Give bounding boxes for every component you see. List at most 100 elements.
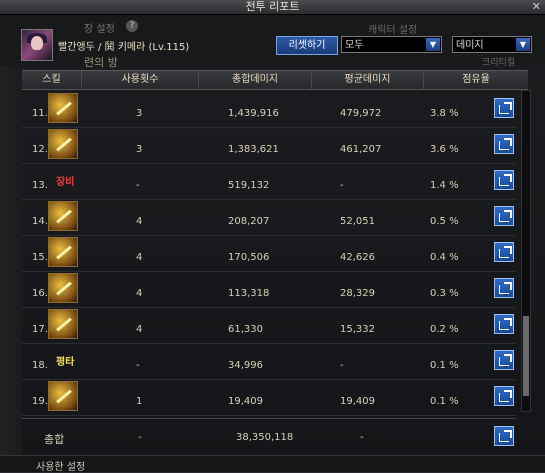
- close-icon[interactable]: ✕: [532, 0, 541, 14]
- header-count[interactable]: 사용횟수: [82, 71, 199, 89]
- footer: 사용한 설정: [0, 455, 545, 473]
- total-damage: 208,207: [228, 216, 270, 227]
- header-average[interactable]: 평균데미지: [312, 71, 424, 89]
- mode-select[interactable]: 데미지 ▼: [452, 36, 532, 53]
- skill-icon-text: 장비: [56, 177, 75, 188]
- total-average: -: [360, 432, 364, 443]
- header-skill[interactable]: 스킬: [22, 71, 82, 89]
- row-number: 16.: [32, 288, 48, 299]
- share-icon[interactable]: [494, 206, 514, 226]
- total-row: 총합 - 38,350,118 -: [22, 418, 516, 455]
- use-count: -: [136, 360, 140, 371]
- background-strip: [0, 66, 22, 471]
- reset-button[interactable]: 리셋하기: [276, 36, 338, 55]
- damage-share: 0.3 %: [430, 288, 459, 299]
- chevron-down-icon[interactable]: ▼: [426, 38, 440, 51]
- table-row: 16. 4 113,318 28,329 0.3 %: [22, 271, 516, 308]
- share-icon[interactable]: [494, 242, 514, 262]
- damage-share: 0.1 %: [430, 360, 459, 371]
- damage-share: 3.8 %: [430, 108, 459, 119]
- damage-share: 0.1 %: [430, 396, 459, 407]
- table-row: 15. 4 170,506 42,626 0.4 %: [22, 235, 516, 272]
- row-number: 15.: [32, 252, 48, 263]
- table-row: 14. 4 208,207 52,051 0.5 %: [22, 199, 516, 236]
- skill-icon: [48, 129, 78, 159]
- use-count: 3: [136, 144, 143, 155]
- row-number: 11.: [32, 108, 48, 119]
- table-row: 13. 장비 - 519,132 - 1.4 %: [22, 163, 516, 200]
- table-row: 17. 4 61,330 15,332 0.2 %: [22, 307, 516, 344]
- skill-icon: [48, 309, 78, 339]
- average-damage: 52,051: [340, 216, 375, 227]
- total-damage: 61,330: [228, 324, 263, 335]
- bg-critical-text: 크리티컬: [482, 58, 516, 68]
- table-header: 스킬 사용횟수 총합데미지 평균데미지 점유율: [22, 70, 528, 90]
- header-share[interactable]: 점유율: [424, 71, 528, 89]
- total-damage: 19,409: [228, 396, 263, 407]
- damage-share: 3.6 %: [430, 144, 459, 155]
- average-damage: 15,332: [340, 324, 375, 335]
- damage-share: 0.2 %: [430, 324, 459, 335]
- share-icon[interactable]: [494, 386, 514, 406]
- total-damage: 519,132: [228, 180, 270, 191]
- total-damage: 1,383,621: [228, 144, 279, 155]
- total-damage: 38,350,118: [236, 432, 294, 443]
- use-count: -: [136, 180, 140, 191]
- row-number: 12.: [32, 144, 48, 155]
- total-damage: 34,996: [228, 360, 263, 371]
- use-count: 4: [136, 216, 143, 227]
- filter-select-value: 모두: [345, 40, 364, 51]
- share-icon[interactable]: [494, 314, 514, 334]
- average-damage: 19,409: [340, 396, 375, 407]
- row-number: 13.: [32, 180, 48, 191]
- row-number: 19.: [32, 396, 48, 407]
- skill-icon: [48, 93, 78, 123]
- table-row: 11. 3 1,439,916 479,972 3.8 %: [22, 91, 516, 128]
- bg-char-settings-text: 캐릭터 설정: [368, 25, 418, 36]
- table-row: 19. 1 19,409 19,409 0.1 %: [22, 379, 516, 416]
- row-number: 18.: [32, 360, 48, 371]
- table-row: 18. 평타 - 34,996 - 0.1 %: [22, 343, 516, 380]
- share-icon[interactable]: [494, 278, 514, 298]
- share-icon[interactable]: [494, 426, 514, 446]
- average-damage: 28,329: [340, 288, 375, 299]
- table-row: 12. 3 1,383,621 461,207 3.6 %: [22, 127, 516, 164]
- chevron-down-icon[interactable]: ▼: [516, 38, 530, 51]
- skill-icon-text: 평타: [56, 357, 75, 368]
- use-count: 4: [136, 252, 143, 263]
- average-damage: 42,626: [340, 252, 375, 263]
- total-damage: 1,439,916: [228, 108, 279, 119]
- share-icon[interactable]: [494, 170, 514, 190]
- total-damage: 113,318: [228, 288, 270, 299]
- window-title: 전투 리포트: [245, 0, 300, 13]
- average-damage: 461,207: [340, 144, 382, 155]
- average-damage: -: [340, 360, 344, 371]
- scrollbar[interactable]: [521, 90, 531, 412]
- character-avatar: [21, 29, 53, 61]
- skill-icon: [48, 237, 78, 267]
- title-bar[interactable]: 전투 리포트 ✕: [0, 0, 545, 15]
- mode-select-value: 데미지: [456, 40, 484, 51]
- total-count: -: [138, 432, 142, 443]
- help-icon[interactable]: ?: [126, 20, 138, 32]
- character-name: 빨간앵두 / 鬨 키메라 (Lv.115): [58, 42, 190, 53]
- skill-icon: [48, 381, 78, 411]
- share-icon[interactable]: [494, 350, 514, 370]
- average-damage: -: [340, 180, 344, 191]
- share-icon[interactable]: [494, 98, 514, 118]
- filter-select[interactable]: 모두 ▼: [341, 36, 442, 53]
- skill-icon: [48, 201, 78, 231]
- header-total[interactable]: 총합데미지: [199, 71, 312, 89]
- bg-setting-text: 장 설정: [84, 24, 115, 35]
- use-count: 4: [136, 324, 143, 335]
- skill-icon: [48, 273, 78, 303]
- use-count: 4: [136, 288, 143, 299]
- row-number: 17.: [32, 324, 48, 335]
- row-number: 14.: [32, 216, 48, 227]
- share-icon[interactable]: [494, 134, 514, 154]
- damage-share: 0.5 %: [430, 216, 459, 227]
- damage-share: 0.4 %: [430, 252, 459, 263]
- bg-room-text: 련의 방: [84, 56, 118, 69]
- damage-share: 1.4 %: [430, 180, 459, 191]
- scrollbar-thumb[interactable]: [523, 316, 529, 396]
